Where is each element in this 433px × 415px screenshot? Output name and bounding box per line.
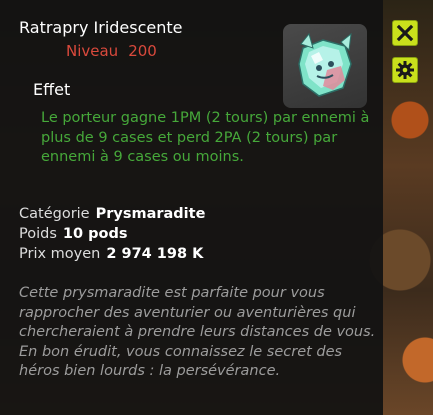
close-button[interactable] [392, 20, 418, 46]
settings-button[interactable] [392, 57, 418, 83]
stat-price: Prix moyen 2 974 198 K [19, 246, 203, 262]
level-label: Niveau [66, 42, 119, 60]
effect-title: Effet [33, 80, 71, 99]
weight-label: Poids [19, 226, 57, 242]
weight-value: 10 pods [62, 226, 128, 242]
price-label: Prix moyen [19, 246, 101, 262]
close-icon [396, 24, 414, 42]
level-value: 200 [128, 42, 157, 60]
item-image-frame [283, 24, 367, 108]
gear-icon [396, 61, 414, 79]
category-label: Catégorie [19, 206, 90, 222]
price-value: 2 974 198 K [106, 246, 204, 262]
category-value: Prysmaradite [95, 206, 206, 222]
item-level: Niveau 200 [66, 42, 157, 60]
item-description: Cette prysmaradite est parfaite pour vou… [19, 285, 376, 379]
item-name: Ratrapry Iridescente [19, 18, 183, 37]
item-tooltip: Ratrapry Iridescente Niveau 200 Effet Le … [0, 0, 383, 415]
stat-category: Catégorie Prysmaradite [19, 206, 205, 222]
effect-text: Le porteur gagne 1PM (2 tours) par ennem… [41, 110, 370, 165]
prysmaradite-icon [298, 32, 352, 97]
stat-weight: Poids 10 pods [19, 226, 127, 242]
